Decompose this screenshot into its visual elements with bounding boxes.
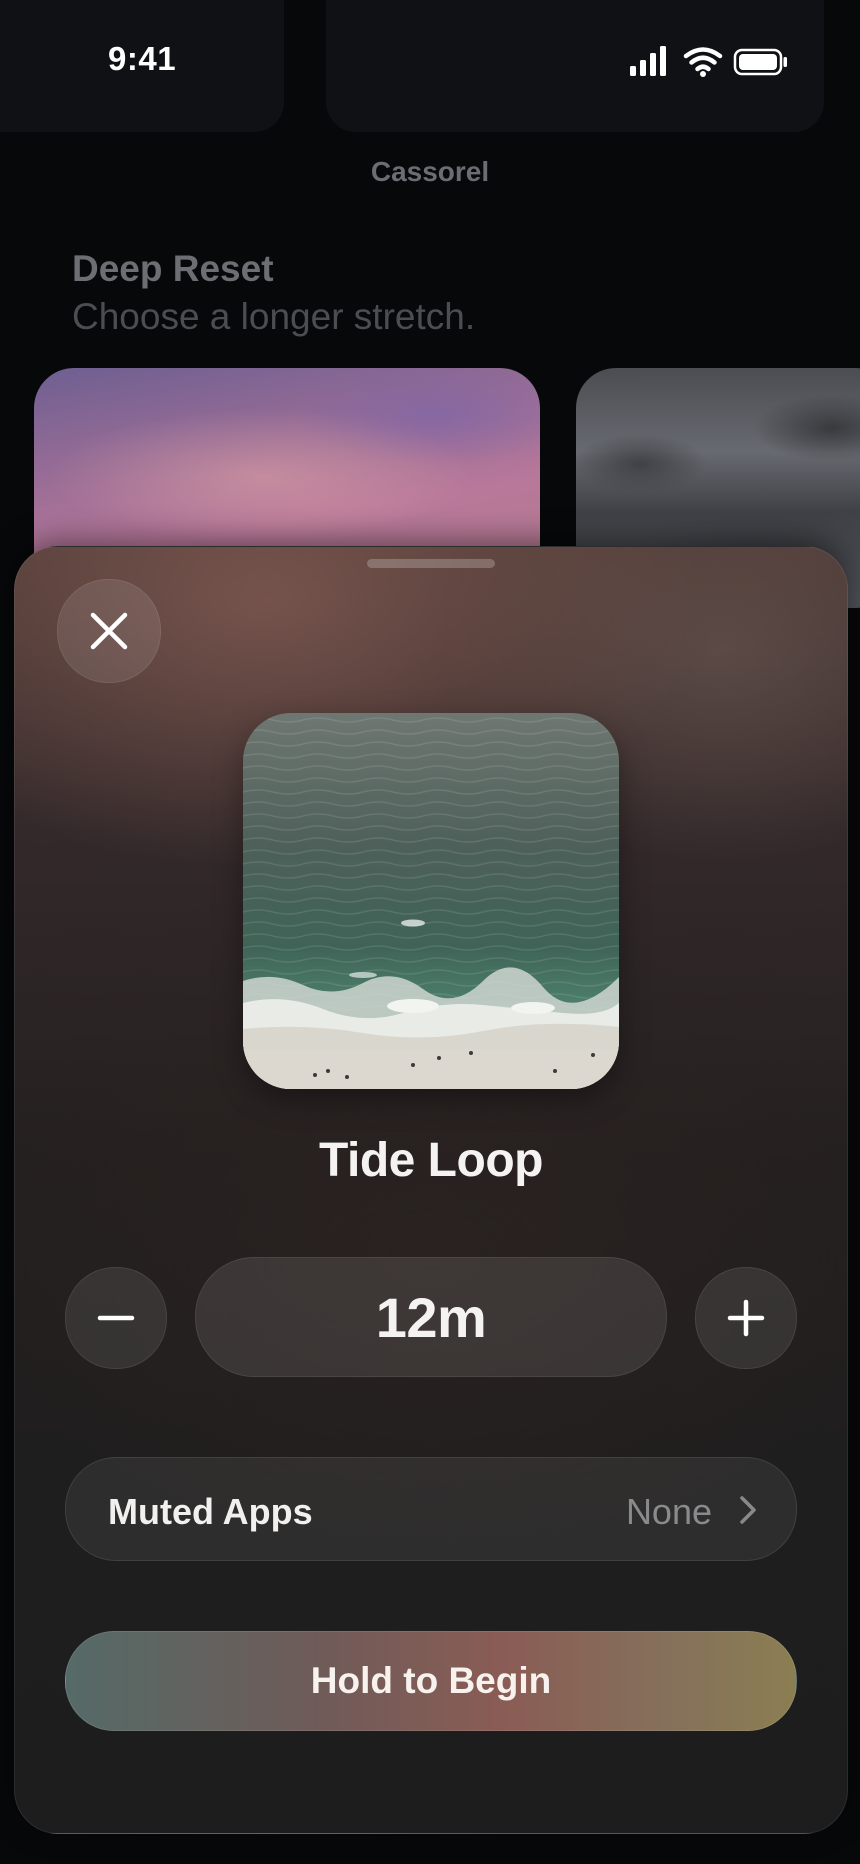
minus-icon [97, 1315, 135, 1321]
plus-icon [727, 1299, 765, 1337]
chevron-right-icon [740, 1496, 756, 1524]
sheet-grabber[interactable] [367, 559, 495, 568]
status-bar: 9:41 [0, 0, 860, 120]
muted-apps-value: None [625, 1491, 712, 1532]
session-sheet: Tide Loop 12m Muted Apps None Hold to Be… [14, 546, 848, 1834]
status-icons [630, 46, 787, 77]
hold-to-begin-button[interactable]: Hold to Begin [65, 1631, 797, 1731]
app-name: Cassorel [370, 156, 490, 187]
wifi-icon [683, 47, 723, 72]
muted-apps-label: Muted Apps [108, 1491, 313, 1532]
close-button[interactable] [57, 579, 161, 683]
close-icon [90, 612, 128, 650]
hold-to-begin-label: Hold to Begin [310, 1660, 552, 1701]
ocean-image [243, 713, 619, 1089]
track-title: Tide Loop [319, 1134, 543, 1187]
section-subtitle: Choose a longer stretch. [72, 296, 476, 337]
status-time: 9:41 [108, 40, 177, 77]
increase-duration-button[interactable] [695, 1267, 797, 1369]
section-title: Deep Reset [72, 248, 274, 289]
duration-display: 12m [195, 1257, 667, 1377]
duration-value: 12m [375, 1285, 487, 1349]
signal-icon [630, 46, 666, 76]
decrease-duration-button[interactable] [65, 1267, 167, 1369]
wifi-dot [700, 71, 706, 77]
muted-apps-row[interactable]: Muted Apps None [65, 1457, 797, 1561]
screen: 9:41 Cassorel Deep Reset Choose a longer [0, 0, 860, 1864]
battery-icon [733, 48, 787, 76]
track-artwork [243, 713, 619, 1089]
